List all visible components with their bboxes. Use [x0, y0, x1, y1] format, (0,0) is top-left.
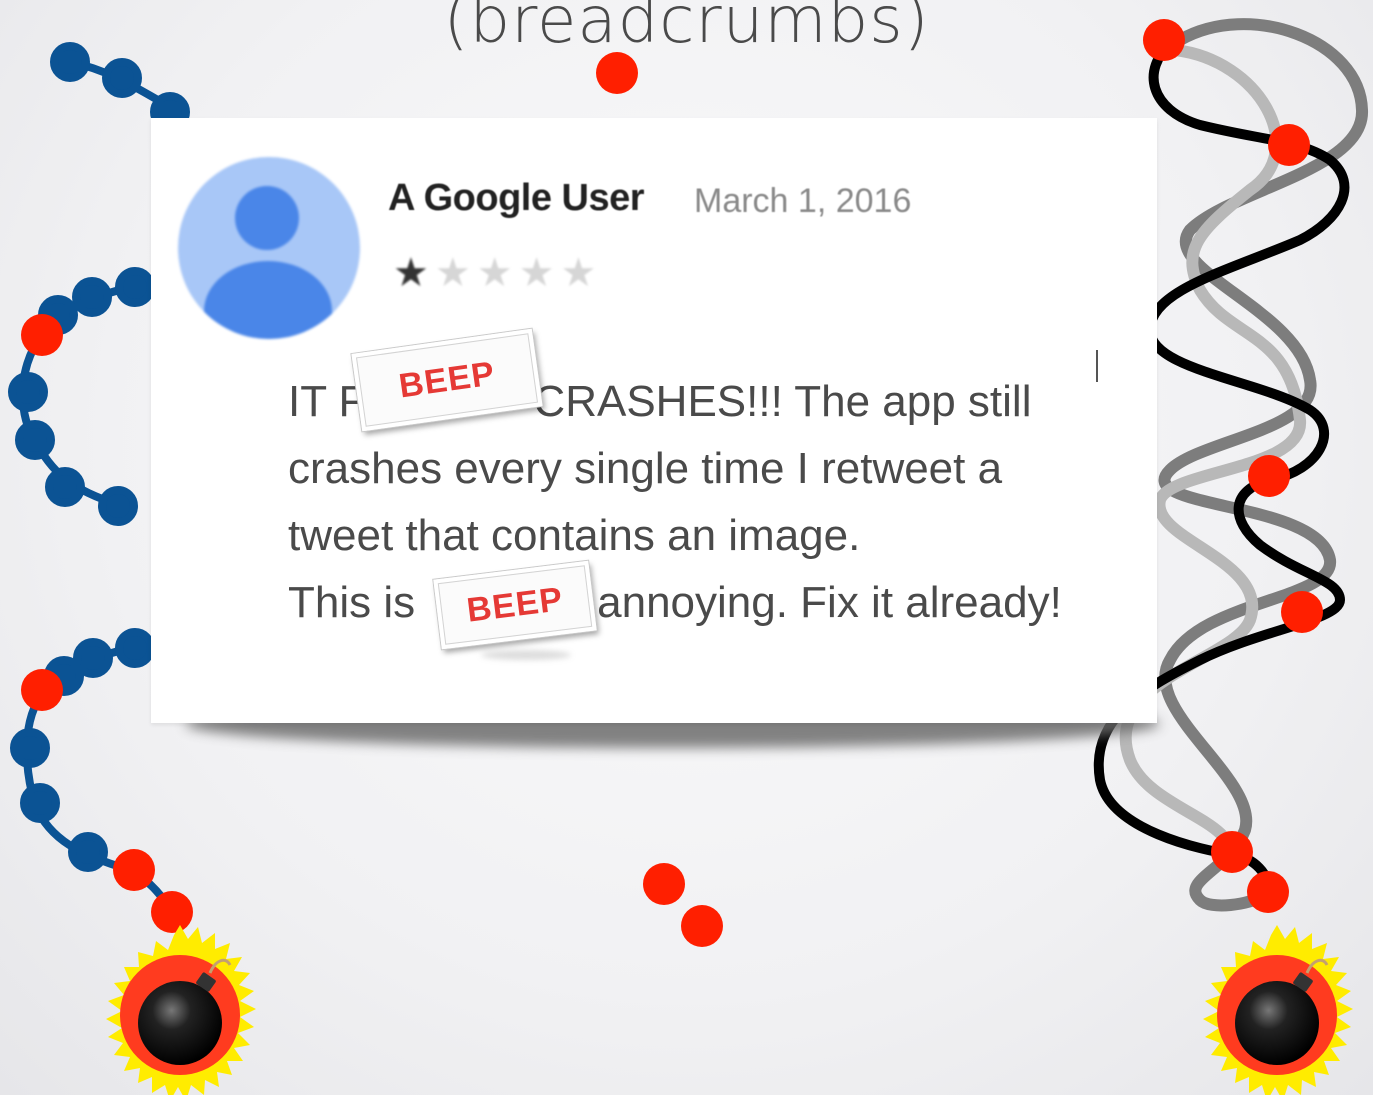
star-icon: ★ [518, 251, 561, 295]
star-icon: ★ [393, 251, 435, 295]
review-line1-end: CRASHES!!! The app still [533, 377, 1032, 426]
beep-text: BEEP [396, 353, 498, 406]
star-icon: ★ [476, 251, 519, 295]
smudge [481, 650, 571, 660]
star-icon: ★ [560, 251, 603, 295]
review-line1-start: IT F [288, 377, 366, 426]
star-icon: ★ [434, 251, 477, 295]
review-line2: crashes every single time I retweet a [288, 444, 1003, 493]
review-date: March 1, 2016 [694, 182, 912, 220]
bomb-icon [106, 925, 256, 1095]
beep-text: BEEP [464, 579, 566, 630]
review-card: A Google User March 1, 2016 ★★★★★ IT F CR… [151, 118, 1157, 723]
star-rating: ★★★★★ [393, 250, 602, 296]
review-line3: tweet that contains an image. [288, 511, 861, 560]
bomb-icon [1203, 925, 1353, 1095]
user-avatar-icon [178, 157, 360, 339]
review-author: A Google User [388, 177, 645, 219]
review-line4-end: annoying. Fix it already! [597, 578, 1062, 627]
review-line4-start: This is [288, 578, 416, 627]
